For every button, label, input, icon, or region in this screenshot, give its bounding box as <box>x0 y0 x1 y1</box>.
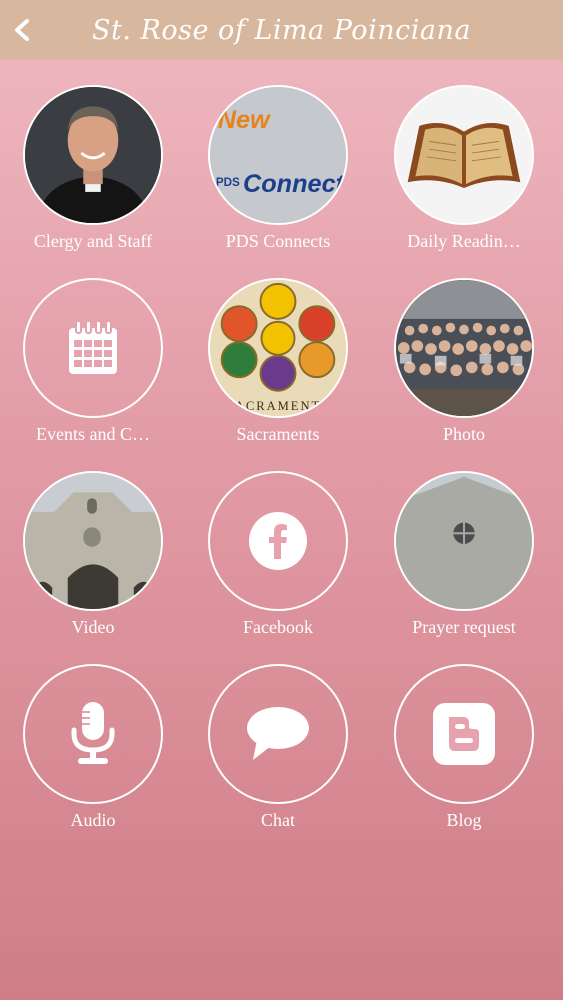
tile-chat[interactable]: Chat <box>188 664 368 854</box>
church-building-photo <box>23 471 163 611</box>
tile-daily-readings[interactable]: Daily Readin… <box>374 85 554 275</box>
tile-prayer-request[interactable]: Prayer request <box>374 471 554 661</box>
chat-bubble-icon <box>247 707 309 760</box>
tile-photo[interactable]: Photo <box>374 278 554 468</box>
icon-circle <box>23 664 163 804</box>
svg-text:Connects: Connects <box>243 170 346 198</box>
chevron-left-icon <box>15 19 29 41</box>
tile-audio[interactable]: Audio <box>3 664 183 854</box>
icon-circle <box>208 664 348 804</box>
church-wall-photo <box>394 471 534 611</box>
sacraments-image: SACRAMENTS <box>208 278 348 418</box>
microphone-icon <box>71 702 115 764</box>
tile-label: Facebook <box>243 617 313 637</box>
app-title: St. Rose of Lima Poinciana <box>92 14 471 46</box>
icon-circle <box>23 278 163 418</box>
tile-label: Daily Readin… <box>407 231 521 251</box>
app-header: St. Rose of Lima Poinciana <box>0 0 563 60</box>
facebook-icon <box>249 512 307 570</box>
tile-sacraments[interactable]: SACRAMENTS Sacraments <box>188 278 368 468</box>
tile-clergy-and-staff[interactable]: Clergy and Staff <box>3 85 183 275</box>
tile-pds-connects[interactable]: New PDS Connects PDS Connects <box>188 85 368 275</box>
tile-label: Clergy and Staff <box>33 231 153 251</box>
icon-circle <box>394 664 534 804</box>
tile-facebook[interactable]: Facebook <box>188 471 368 661</box>
svg-text:PDS: PDS <box>216 176 240 189</box>
calendar-icon <box>69 320 117 374</box>
tile-label: Sacraments <box>236 424 320 444</box>
blogger-icon <box>433 703 495 765</box>
tile-blog[interactable]: Blog <box>374 664 554 854</box>
tile-video[interactable]: Video <box>3 471 183 661</box>
pds-connects-logo: New PDS Connects <box>208 85 348 225</box>
svg-text:SACRAMENTS: SACRAMENTS <box>226 399 330 413</box>
icon-circle <box>208 471 348 611</box>
svg-text:New: New <box>218 106 271 134</box>
tile-label: Prayer request <box>412 617 516 637</box>
congregation-photo <box>394 278 534 418</box>
tile-label: Events and C… <box>36 424 150 444</box>
tile-label: PDS Connects <box>225 231 331 251</box>
tile-label: Audio <box>70 810 116 830</box>
tile-label: Video <box>71 617 115 637</box>
tile-label: Chat <box>261 810 295 830</box>
tile-events-and-calendar[interactable]: Events and C… <box>3 278 183 468</box>
open-bible-photo <box>394 85 534 225</box>
tile-label: Blog <box>446 810 482 830</box>
back-button[interactable] <box>8 14 36 46</box>
tile-label: Photo <box>442 424 485 444</box>
priest-photo <box>23 85 163 225</box>
